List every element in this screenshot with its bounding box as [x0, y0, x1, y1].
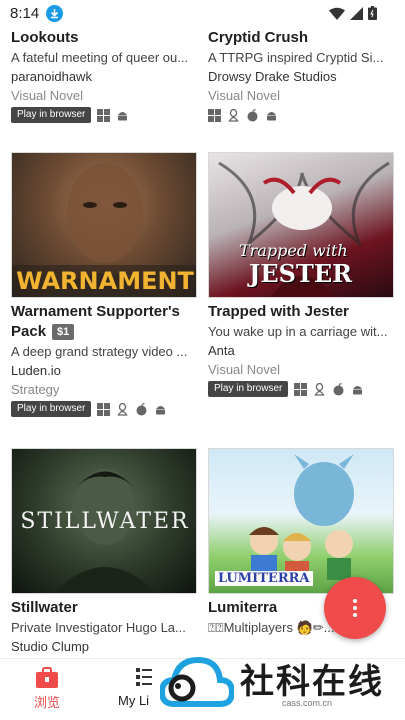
status-bar: 8:14 — [0, 0, 405, 28]
game-genre: Visual Novel — [11, 88, 84, 103]
nav-library-label: My Li — [118, 693, 150, 708]
game-card[interactable]: Lookouts A fateful meeting of queer ou..… — [11, 28, 199, 123]
game-author[interactable]: paranoidhawk — [11, 67, 199, 86]
windows-icon — [97, 108, 111, 122]
nav-browse-label: 浏览 — [34, 695, 61, 710]
android-icon — [353, 385, 363, 394]
game-genre: Visual Novel — [208, 88, 281, 103]
game-card[interactable]: Cryptid Crush A TTRPG inspired Cryptid S… — [208, 28, 396, 123]
price-badge: $1 — [52, 324, 75, 341]
apple-icon — [247, 108, 258, 121]
game-genre: Visual Novel — [208, 362, 281, 377]
cell-signal-icon — [350, 6, 363, 20]
game-genre: Strategy — [11, 382, 60, 397]
windows-icon — [97, 402, 111, 416]
game-description: Private Investigator Hugo La... — [11, 620, 186, 635]
more-vert-icon-dot — [353, 613, 357, 617]
game-card[interactable]: WARNAMENT Warnament Supporter's Pack $1 A… — [11, 152, 199, 417]
game-cover[interactable]: Trapped with JESTER — [208, 152, 394, 298]
platform-row: Play in browser — [11, 401, 199, 417]
game-cover[interactable]: WARNAMENT — [11, 152, 197, 298]
watermark-text: 社科在线 — [240, 662, 384, 702]
wifi-icon — [329, 7, 345, 20]
bag-icon — [36, 667, 58, 688]
watermark-logo: 社科在线 cass.com.cn — [160, 648, 400, 720]
play-in-browser-badge: Play in browser — [11, 107, 92, 123]
more-vert-icon-dot — [353, 606, 357, 610]
game-description: A deep grand strategy video ... — [11, 344, 188, 359]
game-author[interactable]: Drowsy Drake Studios — [208, 67, 396, 86]
watermark-url: cass.com.cn — [282, 698, 333, 708]
game-author[interactable]: Luden.io — [11, 361, 199, 380]
game-description: A TTRPG inspired Cryptid Si... — [208, 50, 384, 65]
linux-icon — [117, 402, 128, 416]
nav-library[interactable]: My Li — [118, 667, 158, 710]
cover-title-line2: JESTER — [249, 259, 353, 288]
platform-row: Play in browser — [11, 107, 199, 123]
game-cover[interactable]: STILLWATER — [11, 448, 197, 594]
game-title[interactable]: Stillwater — [11, 598, 199, 618]
android-icon — [156, 405, 166, 414]
status-time: 8:14 — [10, 5, 40, 22]
play-in-browser-badge: Play in browser — [11, 401, 92, 417]
platform-row — [208, 107, 396, 123]
game-title[interactable]: Lookouts — [11, 28, 199, 48]
game-card[interactable]: Trapped with JESTER Trapped with Jester … — [208, 152, 396, 397]
nav-browse[interactable]: 浏览 — [34, 667, 60, 712]
cover-title-line1: Trapped with — [239, 241, 348, 260]
game-cover[interactable]: LUMITERRA — [208, 448, 394, 594]
windows-icon — [294, 382, 308, 396]
download-icon — [46, 5, 63, 22]
game-feed[interactable]: Lookouts A fateful meeting of queer ou..… — [0, 28, 405, 658]
linux-icon — [314, 382, 325, 396]
cover-title-text: WARNAMENT — [16, 267, 194, 295]
platform-row: Play in browser — [208, 381, 396, 397]
game-title-line2-text: Pack — [11, 323, 47, 340]
windows-icon — [208, 108, 221, 122]
cloud-eye-logo — [160, 656, 234, 707]
game-description: You wake up in a carriage wit... — [208, 324, 388, 339]
game-title[interactable]: Trapped with Jester — [208, 302, 396, 322]
linux-icon — [228, 108, 239, 122]
cover-title-text: LUMITERRA — [215, 571, 313, 586]
apple-icon — [136, 402, 147, 415]
game-description: A fateful meeting of queer ou... — [11, 50, 189, 65]
game-card[interactable]: STILLWATER Stillwater Private Investigat… — [11, 448, 199, 656]
android-icon — [118, 111, 128, 120]
list-icon — [136, 668, 152, 686]
game-title-line2[interactable]: Pack $1 — [11, 322, 199, 342]
game-title[interactable]: Cryptid Crush — [208, 28, 396, 48]
android-icon — [267, 111, 276, 120]
cover-title-text: STILLWATER — [20, 509, 190, 534]
status-icons — [329, 6, 377, 20]
play-in-browser-badge: Play in browser — [208, 381, 289, 397]
game-author[interactable]: Anta — [208, 341, 396, 360]
apple-icon — [333, 382, 344, 395]
game-title[interactable]: Warnament Supporter's — [11, 302, 199, 322]
battery-icon — [368, 6, 377, 20]
more-vert-icon — [353, 599, 357, 603]
more-options-button[interactable] — [324, 577, 386, 639]
